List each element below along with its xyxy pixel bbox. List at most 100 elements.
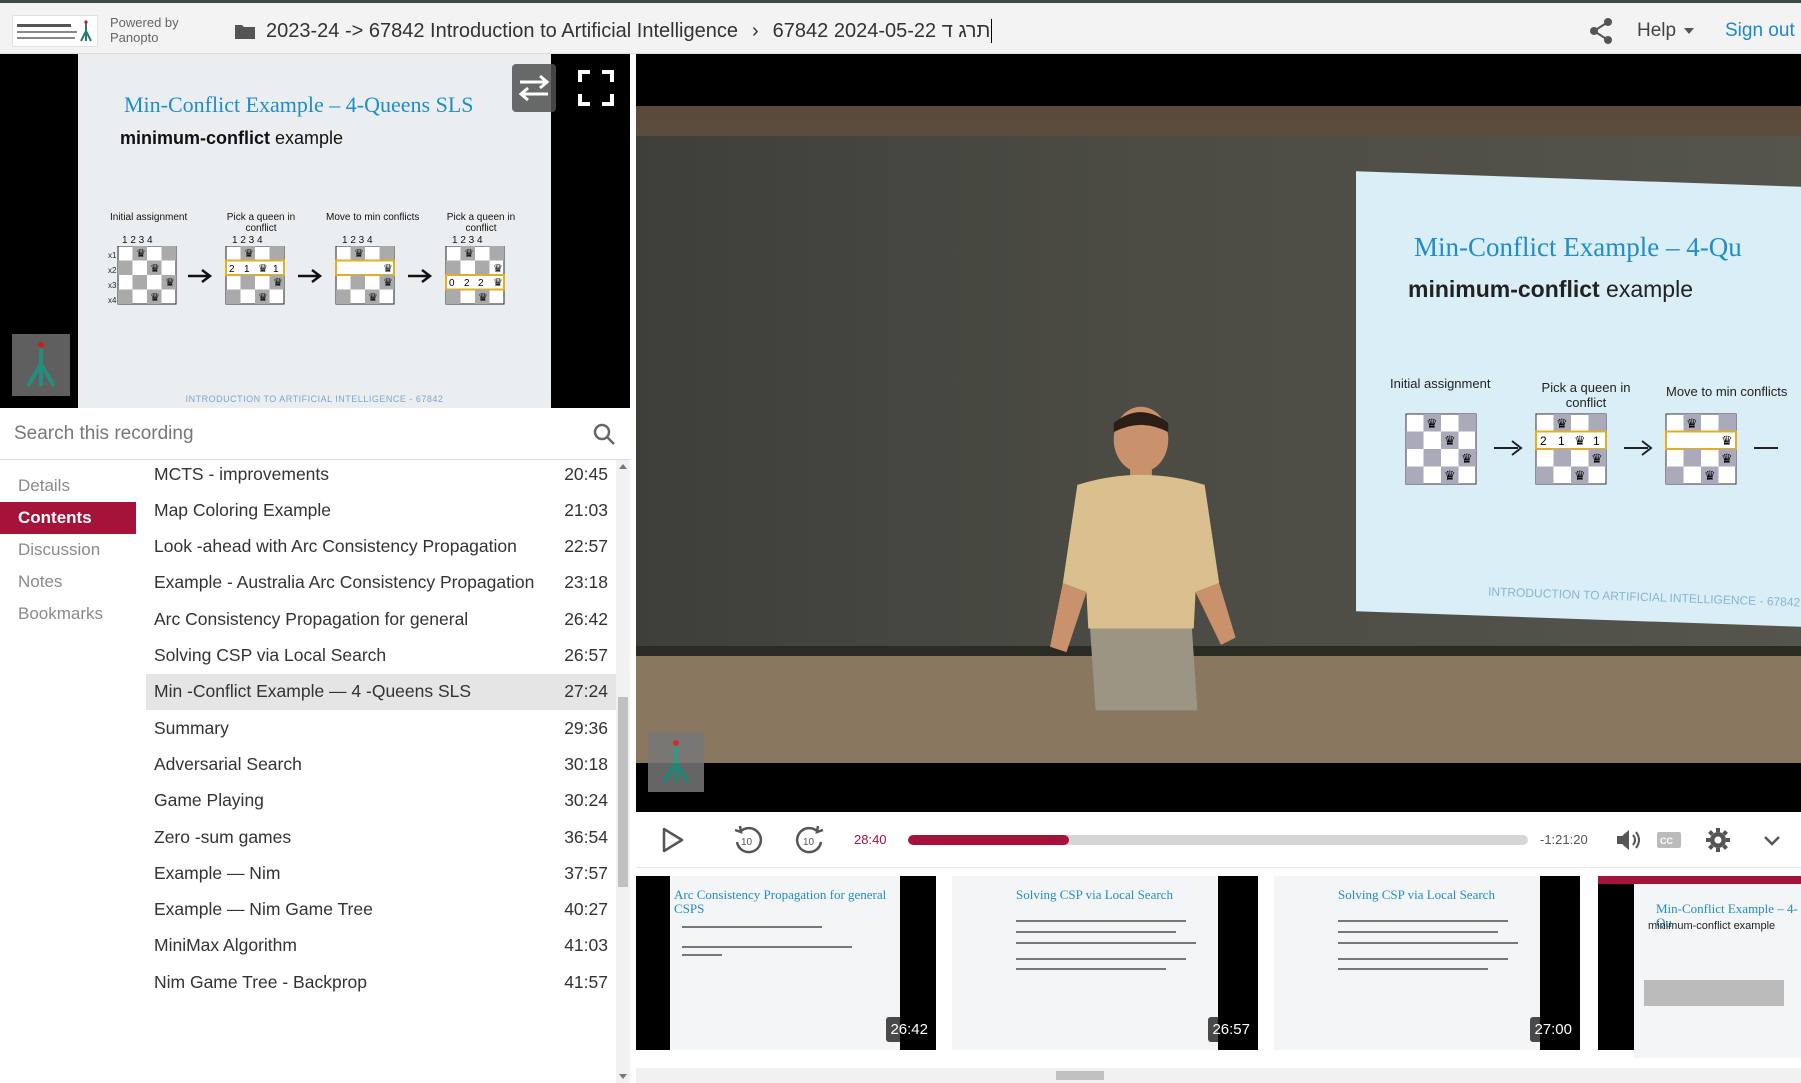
- contents-item-time: 41:03: [564, 935, 608, 956]
- svg-text:♛: ♛: [150, 292, 160, 304]
- tab-bookmarks[interactable]: Bookmarks: [0, 598, 140, 630]
- contents-item-time: 21:03: [564, 499, 608, 520]
- thumbnail[interactable]: Solving CSP via Local Search 26:57: [952, 876, 1258, 1050]
- contents-item-title: Arc Consistency Propagation for general: [154, 608, 469, 629]
- thumbnail-scrollbar[interactable]: [636, 1068, 1801, 1083]
- thumbnail-slide: Solving CSP via Local Search: [1274, 876, 1540, 1050]
- svg-text:10: 10: [803, 837, 815, 848]
- tab-contents[interactable]: Contents: [0, 502, 136, 534]
- svg-text:♛: ♛: [1574, 433, 1586, 448]
- contents-item-title: Map Coloring Example: [154, 499, 332, 520]
- contents-item[interactable]: Look -ahead with Arc Consistency Propaga…: [146, 529, 616, 565]
- settings-icon[interactable]: [1704, 826, 1732, 854]
- slide-subtitle: minimum-conflict example: [120, 128, 343, 149]
- sign-out-link[interactable]: Sign out: [1725, 20, 1795, 42]
- share-icon[interactable]: [1588, 17, 1614, 45]
- svg-text:♛: ♛: [258, 292, 268, 304]
- contents-item[interactable]: Game Playing 30:24: [146, 783, 616, 819]
- thumbnail-text-line: [1016, 931, 1176, 933]
- thumbnail[interactable]: Arc Consistency Propagation for general …: [636, 876, 936, 1050]
- contents-item-time: 23:18: [564, 572, 608, 593]
- projected-boards-diagram: ♛♛♛♛ ♛2 1 ♛ 1♛♛ ♛♛♛♛: [1405, 413, 1778, 485]
- contents-item-title: Game Playing: [154, 790, 264, 811]
- fullscreen-icon[interactable]: [576, 68, 616, 108]
- contents-item[interactable]: MiniMax Algorithm 41:03: [146, 928, 616, 964]
- breadcrumb-session-title[interactable]: 67842 2024-05-22 תרג ד: [773, 20, 991, 43]
- chevron-down-icon[interactable]: [1758, 826, 1786, 854]
- tab-details[interactable]: Details: [0, 470, 140, 502]
- panopto-mark-icon: [26, 342, 56, 388]
- svg-text:x3: x3: [108, 281, 117, 290]
- svg-text:10: 10: [741, 837, 753, 848]
- scroll-up-icon[interactable]: [619, 464, 627, 469]
- step-label: Pick a queen in conflict: [226, 212, 296, 234]
- projected-slide-title: Min-Conflict Example – 4-Qu: [1414, 232, 1742, 262]
- svg-text:♛: ♛: [1444, 433, 1456, 448]
- powered-by[interactable]: Powered by Panopto: [110, 15, 179, 45]
- svg-text:♛: ♛: [1444, 468, 1456, 483]
- swap-streams-button[interactable]: [512, 64, 556, 112]
- search-icon[interactable]: [592, 422, 616, 446]
- remaining-time: -1:21:20: [1540, 832, 1588, 847]
- contents-item[interactable]: Zero -sum games 36:54: [146, 819, 616, 855]
- thumbnail-scrollbar-thumb[interactable]: [1056, 1071, 1104, 1080]
- contents-item[interactable]: Example — Nim Game Tree 40:27: [146, 892, 616, 928]
- scrollbar-thumb[interactable]: [618, 697, 628, 887]
- help-menu[interactable]: Help: [1637, 20, 1695, 42]
- tab-notes[interactable]: Notes: [0, 566, 140, 598]
- forward-10-icon[interactable]: 10: [794, 824, 826, 856]
- contents-item[interactable]: Min -Conflict Example — 4 -Queens SLS 27:…: [146, 673, 616, 710]
- swap-icon: [518, 74, 550, 102]
- contents-item[interactable]: MCTS - improvements 20:45: [146, 460, 616, 492]
- projected-subtitle-rest: example: [1599, 276, 1693, 302]
- thumbnail-text-line: [1338, 958, 1508, 960]
- contents-item[interactable]: Example - Australia Arc Consistency Prop…: [146, 565, 616, 601]
- panopto-logo-overlay: [648, 732, 704, 792]
- contents-item[interactable]: Example — Nim 37:57: [146, 855, 616, 891]
- thumbnail-text-line: [1338, 968, 1488, 970]
- thumbnail-text-line: [1338, 920, 1508, 922]
- thumbnail[interactable]: Solving CSP via Local Search 27:00: [1274, 876, 1580, 1050]
- svg-text:2: 2: [464, 278, 470, 289]
- svg-text:x2: x2: [108, 266, 117, 275]
- svg-text:♛: ♛: [258, 263, 268, 275]
- thumbnail-current[interactable]: Min-Conflict Example – 4-Qu minimum-conf…: [1598, 876, 1801, 1058]
- volume-icon[interactable]: [1614, 826, 1642, 854]
- contents-scrollbar[interactable]: [616, 460, 630, 1083]
- university-logo[interactable]: [12, 15, 98, 47]
- projected-step-label: Move to min conflicts: [1666, 384, 1788, 399]
- contents-item[interactable]: Nim Game Tree - Backprop 41:57: [146, 964, 616, 1000]
- contents-item[interactable]: Map Coloring Example 21:03: [146, 492, 616, 528]
- panopto-mark-icon: [662, 740, 690, 784]
- contents-item[interactable]: Summary 29:36: [146, 710, 616, 746]
- svg-text:♛: ♛: [244, 248, 254, 260]
- thumbnail-text-line: [1338, 931, 1498, 933]
- thumbnail-text-line: [1016, 968, 1166, 970]
- thumbnail-text-line: [1016, 958, 1186, 960]
- rewind-10-icon[interactable]: 10: [732, 824, 764, 856]
- svg-text:♛: ♛: [368, 292, 378, 304]
- svg-text:♛: ♛: [478, 292, 488, 304]
- contents-item-time: 36:54: [564, 826, 608, 847]
- breadcrumb: 2023-24 -> 67842 Introduction to Artific…: [234, 17, 993, 45]
- slide-subtitle-rest: example: [270, 128, 344, 148]
- contents-item-title: Summary: [154, 717, 229, 738]
- breadcrumb-folder-link[interactable]: 2023-24 -> 67842 Introduction to Artific…: [266, 20, 738, 43]
- svg-text:♛: ♛: [165, 277, 175, 289]
- contents-item[interactable]: Adversarial Search 30:18: [146, 746, 616, 782]
- thumbnail-time: 26:42: [886, 1017, 932, 1042]
- contents-item[interactable]: Arc Consistency Propagation for general 2…: [146, 601, 616, 637]
- contents-item[interactable]: Solving CSP via Local Search 26:57: [146, 638, 616, 674]
- chevron-right-icon: ›: [751, 19, 759, 42]
- play-icon[interactable]: [658, 826, 686, 854]
- contents-item-time: 22:57: [564, 536, 608, 557]
- secondary-slide-panel[interactable]: Min-Conflict Example – 4-Queens SLS mini…: [0, 54, 630, 408]
- contents-item-time: 26:57: [564, 645, 608, 665]
- scroll-down-icon[interactable]: [619, 1074, 627, 1079]
- main-video-player[interactable]: Min-Conflict Example – 4-Qu minimum-conf…: [636, 54, 1801, 812]
- tab-discussion[interactable]: Discussion: [0, 534, 140, 566]
- search-input[interactable]: [14, 420, 574, 448]
- progress-bar[interactable]: [908, 835, 1528, 845]
- captions-icon[interactable]: CC: [1656, 826, 1682, 854]
- svg-text:♛: ♛: [136, 248, 146, 260]
